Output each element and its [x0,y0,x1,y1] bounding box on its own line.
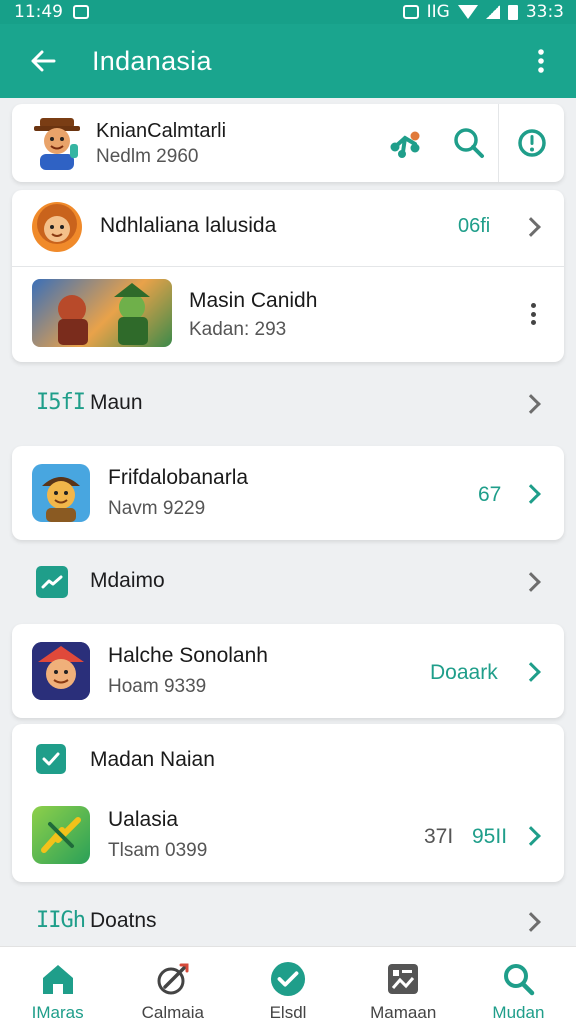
row1-title: Ndhlaliana lalusida [100,214,277,237]
check-circle-icon [270,961,306,997]
madan-header-label: Madan Naian [90,748,215,771]
notification-icon [73,5,89,19]
bottom-navigation: IMaras Calmaia Elsdl Mamaan Mudan [0,946,576,1024]
list-item-row1[interactable]: Ndhlaliana lalusida 06fi [12,190,564,266]
page-title: Indanasia [92,45,212,76]
card-divider [498,104,499,182]
trending-icon [36,566,68,598]
row2-title: Masin Canidh [189,289,318,312]
halche-avatar [32,642,90,700]
ualasia-value-b: 95II [472,825,508,848]
nav-item-search[interactable]: Mudan [461,947,576,1024]
section-doatns[interactable]: IIGh Doatns [0,892,576,952]
chevron-right-icon [521,394,541,414]
section-maun[interactable]: I5fI Maun [0,374,576,434]
nav-item-home[interactable]: IMaras [0,947,115,1024]
profile-avatar [30,114,84,170]
chevron-right-icon [521,826,541,846]
chevron-right-icon [521,484,541,504]
section-mdaimo[interactable]: Mdaimo [0,552,576,612]
halche-value: Doaark [430,661,498,684]
list-item-ualasia[interactable]: Ualasia Tlsam 0399 37I 95II [12,794,564,882]
friend-subtitle: Navm 9229 [108,498,206,519]
ualasia-title: Ualasia [108,808,179,831]
gallery-icon [385,961,421,997]
ualasia-value-a: 37I [424,825,454,848]
nav-label-check: Elsdl [269,1003,307,1022]
profile-subtitle: Nedlm 2960 [96,146,199,167]
row1-value: 06fi [458,215,491,237]
search-icon [500,961,536,997]
halche-title: Halche Sonolanh [108,644,268,667]
friend-title: Frifdalobanarla [108,466,249,489]
nav-item-check[interactable]: Elsdl [230,947,345,1024]
nav-label-home: IMaras [31,1003,84,1022]
info-icon[interactable] [515,126,549,160]
chevron-right-icon [521,217,541,237]
halche-subtitle: Hoam 9339 [108,676,207,697]
chevron-right-icon [521,572,541,592]
battery-icon [507,4,518,20]
app-bar: Indanasia [0,24,576,98]
chevron-right-icon [521,912,541,932]
list-item-friend[interactable]: Frifdalobanarla Navm 9229 67 [12,446,564,540]
signal-icon [485,5,500,19]
nav-label-search: Mudan [492,1003,545,1022]
status-time: 11:49 [14,2,63,22]
overflow-menu-icon[interactable] [526,41,556,81]
section-doatns-icon: IIGh [36,908,86,933]
rocket-icon [155,961,191,997]
section-maun-label: Maun [90,391,143,414]
back-arrow-icon[interactable] [28,46,58,76]
group-card: Ndhlaliana lalusida 06fi Masin Canidh Ka… [12,190,564,362]
ualasia-subtitle: Tlsam 0399 [108,840,208,861]
home-icon [40,961,76,997]
nav-label-gallery: Mamaan [370,1003,437,1022]
chevron-right-icon [521,662,541,682]
status-battery-text: 33:3 [525,2,564,22]
nav-item-rocket[interactable]: Calmaia [115,947,230,1024]
status-network-text: IIG [426,2,450,22]
section-maun-icon: I5fI [36,390,86,415]
search-icon[interactable] [452,126,486,160]
madan-header[interactable]: Madan Naian [12,724,564,794]
list-item-halche[interactable]: Halche Sonolanh Hoam 9339 Doaark [12,624,564,718]
section-doatns-label: Doatns [90,909,157,932]
friend-avatar [32,464,90,522]
profile-name: KnianCalmtarli [96,120,227,142]
list-item-row2[interactable]: Masin Canidh Kadan: 293 [12,267,564,362]
more-options-icon[interactable] [530,303,536,325]
nav-item-gallery[interactable]: Mamaan [346,947,461,1024]
wifi-icon [457,5,478,19]
share-icon[interactable] [388,126,422,160]
ualasia-avatar [32,806,90,864]
row2-subtitle: Kadan: 293 [189,319,287,340]
friend-value: 67 [478,483,502,506]
row1-avatar [32,202,82,252]
profile-card[interactable]: KnianCalmtarli Nedlm 2960 [12,104,564,182]
nav-label-rocket: Calmaia [141,1003,204,1022]
game-thumbnail [32,279,172,347]
nfc-icon [402,5,419,19]
status-bar: 11:49 IIG 33:3 [0,0,576,24]
section-mdaimo-label: Mdaimo [90,569,165,592]
check-square-icon [36,744,66,774]
group-madan: Madan Naian Ualasia Tlsam 0399 37I 95II [12,724,564,882]
